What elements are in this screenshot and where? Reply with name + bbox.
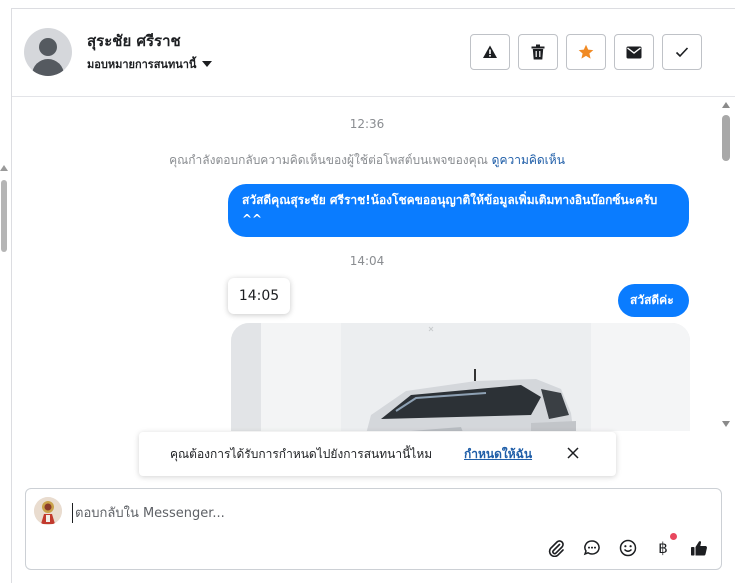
outer-scroll-up-arrow[interactable] — [0, 165, 8, 171]
payment-button[interactable]: ฿ — [652, 537, 674, 559]
scroll-down-arrow[interactable] — [722, 421, 730, 427]
reply-composer: ฿ — [25, 488, 722, 570]
delete-button[interactable] — [518, 34, 558, 70]
saved-replies-button[interactable] — [581, 537, 603, 559]
trash-icon — [531, 44, 545, 60]
paperclip-icon — [548, 540, 564, 557]
comment-reply-notice: คุณกำลังตอบกลับความคิดเห็นของผู้ใช้ต่อโพ… — [12, 151, 722, 170]
timestamp: 12:36 — [349, 117, 385, 131]
star-button[interactable] — [566, 34, 606, 70]
chat-bubble-icon — [583, 540, 600, 556]
mark-unread-button[interactable] — [614, 34, 654, 70]
reply-input[interactable] — [72, 503, 572, 523]
like-button[interactable] — [688, 537, 710, 559]
assign-label: มอบหมายการสนทนานี้ — [87, 58, 197, 71]
close-icon[interactable] — [565, 445, 581, 461]
car-photo-illustration — [231, 323, 690, 431]
assign-prompt-text: คุณต้องการได้รับการกำหนดไปยังการสนทนานี้… — [170, 447, 433, 461]
emoji-button[interactable] — [617, 537, 639, 559]
assign-to-me-link[interactable]: กำหนดให้ฉัน — [464, 445, 532, 464]
message-list[interactable]: 12:36 คุณกำลังตอบกลับความคิดเห็นของผู้ใช… — [12, 98, 722, 431]
assign-dropdown[interactable]: มอบหมายการสนทนานี้ — [87, 55, 213, 73]
thumbs-up-icon — [691, 541, 707, 556]
check-icon — [675, 47, 689, 58]
scroll-up-arrow[interactable] — [722, 102, 730, 108]
attach-button[interactable] — [545, 537, 567, 559]
spam-button[interactable] — [470, 34, 510, 70]
avatar-body-shape — [32, 59, 64, 76]
warning-icon — [483, 45, 497, 58]
mark-done-button[interactable] — [662, 34, 702, 70]
star-icon — [578, 44, 594, 59]
scrollbar-thumb[interactable] — [722, 115, 730, 161]
contact-name[interactable]: สุระชัย ศรีราช — [87, 29, 181, 53]
smiley-icon — [619, 539, 637, 557]
avatar[interactable] — [24, 28, 72, 76]
attached-car-photo[interactable] — [231, 323, 690, 431]
outgoing-message-bubble[interactable]: สวัสดีค่ะ — [618, 284, 689, 317]
assign-prompt-banner: คุณต้องการได้รับการกำหนดไปยังการสนทนานี้… — [139, 432, 616, 476]
sender-page-avatar — [34, 497, 62, 525]
notification-dot — [670, 533, 677, 540]
avatar-head-shape — [39, 38, 57, 56]
conversation-header: สุระชัย ศรีราช มอบหมายการสนทนานี้ — [12, 9, 735, 97]
caret-down-icon — [202, 61, 213, 67]
timestamp: 14:04 — [349, 254, 385, 268]
notice-text: คุณกำลังตอบกลับความคิดเห็นของผู้ใช้ต่อโพ… — [169, 153, 488, 167]
outgoing-message-bubble[interactable]: สวัสดีคุณสุระชัย ศรีราช!น้องโชคขออนุญาติ… — [228, 184, 689, 237]
envelope-icon — [626, 46, 642, 58]
page-logo-icon — [34, 497, 62, 525]
outer-scrollbar-thumb[interactable] — [1, 180, 7, 252]
message-time-tooltip: 14:05 — [228, 278, 290, 314]
view-comment-link[interactable]: ดูความคิดเห็น — [492, 153, 565, 167]
baht-icon: ฿ — [658, 539, 668, 557]
